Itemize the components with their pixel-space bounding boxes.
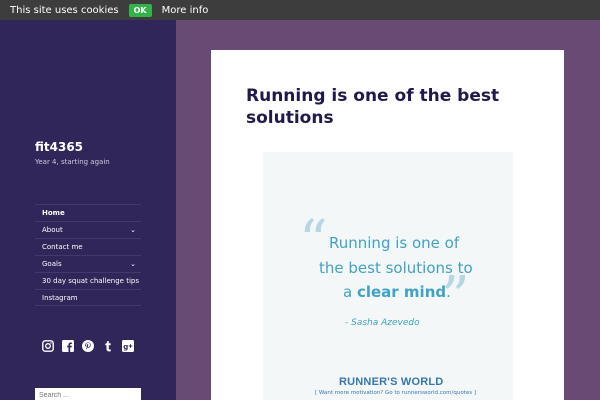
post-featured-image: “ Running is one of the best solutions t… [263, 152, 513, 400]
nav-item-label: 30 day squat challenge tips [42, 277, 139, 285]
quote-line: a clear mind. [343, 283, 451, 301]
instagram-icon[interactable] [42, 340, 54, 352]
nav-item-contact[interactable]: Contact me [35, 238, 141, 255]
chevron-down-icon[interactable]: ⌄ [130, 222, 136, 238]
site-description: Year 4, starting again [35, 158, 110, 166]
nav-item-label: Instagram [42, 294, 78, 302]
runners-world-logo: RUNNER'S WORLD [339, 376, 444, 388]
post-title[interactable]: Running is one of the best solutions [246, 85, 536, 129]
nav-item-squat-challenge[interactable]: 30 day squat challenge tips [35, 272, 141, 289]
quote-author: - Sasha Azevedo [345, 318, 420, 328]
svg-text:g: g [123, 343, 128, 351]
cookie-text: This site uses cookies [10, 4, 119, 16]
cookie-more-info-link[interactable]: More info [162, 5, 209, 16]
cookie-ok-button[interactable]: OK [128, 3, 152, 17]
nav-item-instagram[interactable]: Instagram [35, 289, 141, 306]
quote-line: Running is one of [329, 234, 460, 252]
quote-emphasis: clear mind [356, 283, 447, 301]
quote-close-mark: ” [441, 265, 470, 330]
google-plus-icon[interactable]: g [122, 340, 134, 352]
nav-item-label: Goals [42, 260, 62, 268]
nav-item-label: Contact me [42, 243, 83, 251]
main-nav: Home About ⌄ Contact me Goals ⌄ 30 day s… [35, 204, 141, 306]
post-card: Running is one of the best solutions “ R… [211, 50, 564, 400]
nav-item-about[interactable]: About ⌄ [35, 221, 141, 238]
nav-item-label: About [42, 226, 63, 234]
social-links: g [42, 340, 134, 352]
chevron-down-icon[interactable]: ⌄ [130, 256, 136, 272]
sidebar: fit4365 Year 4, starting again Home Abou… [0, 20, 176, 400]
nav-item-label: Home [42, 209, 65, 217]
quote-text: a [343, 283, 357, 301]
nav-item-goals[interactable]: Goals ⌄ [35, 255, 141, 272]
pinterest-icon[interactable] [82, 340, 94, 352]
runners-world-tagline: [ Want more motivation? Go to runnerswor… [315, 390, 476, 396]
site-title[interactable]: fit4365 [35, 140, 83, 154]
cookie-bar: This site uses cookies OK More info [0, 0, 600, 20]
nav-item-home[interactable]: Home [35, 204, 141, 221]
facebook-icon[interactable] [62, 340, 74, 352]
tumblr-icon[interactable] [102, 340, 114, 352]
search-input[interactable] [35, 388, 141, 400]
